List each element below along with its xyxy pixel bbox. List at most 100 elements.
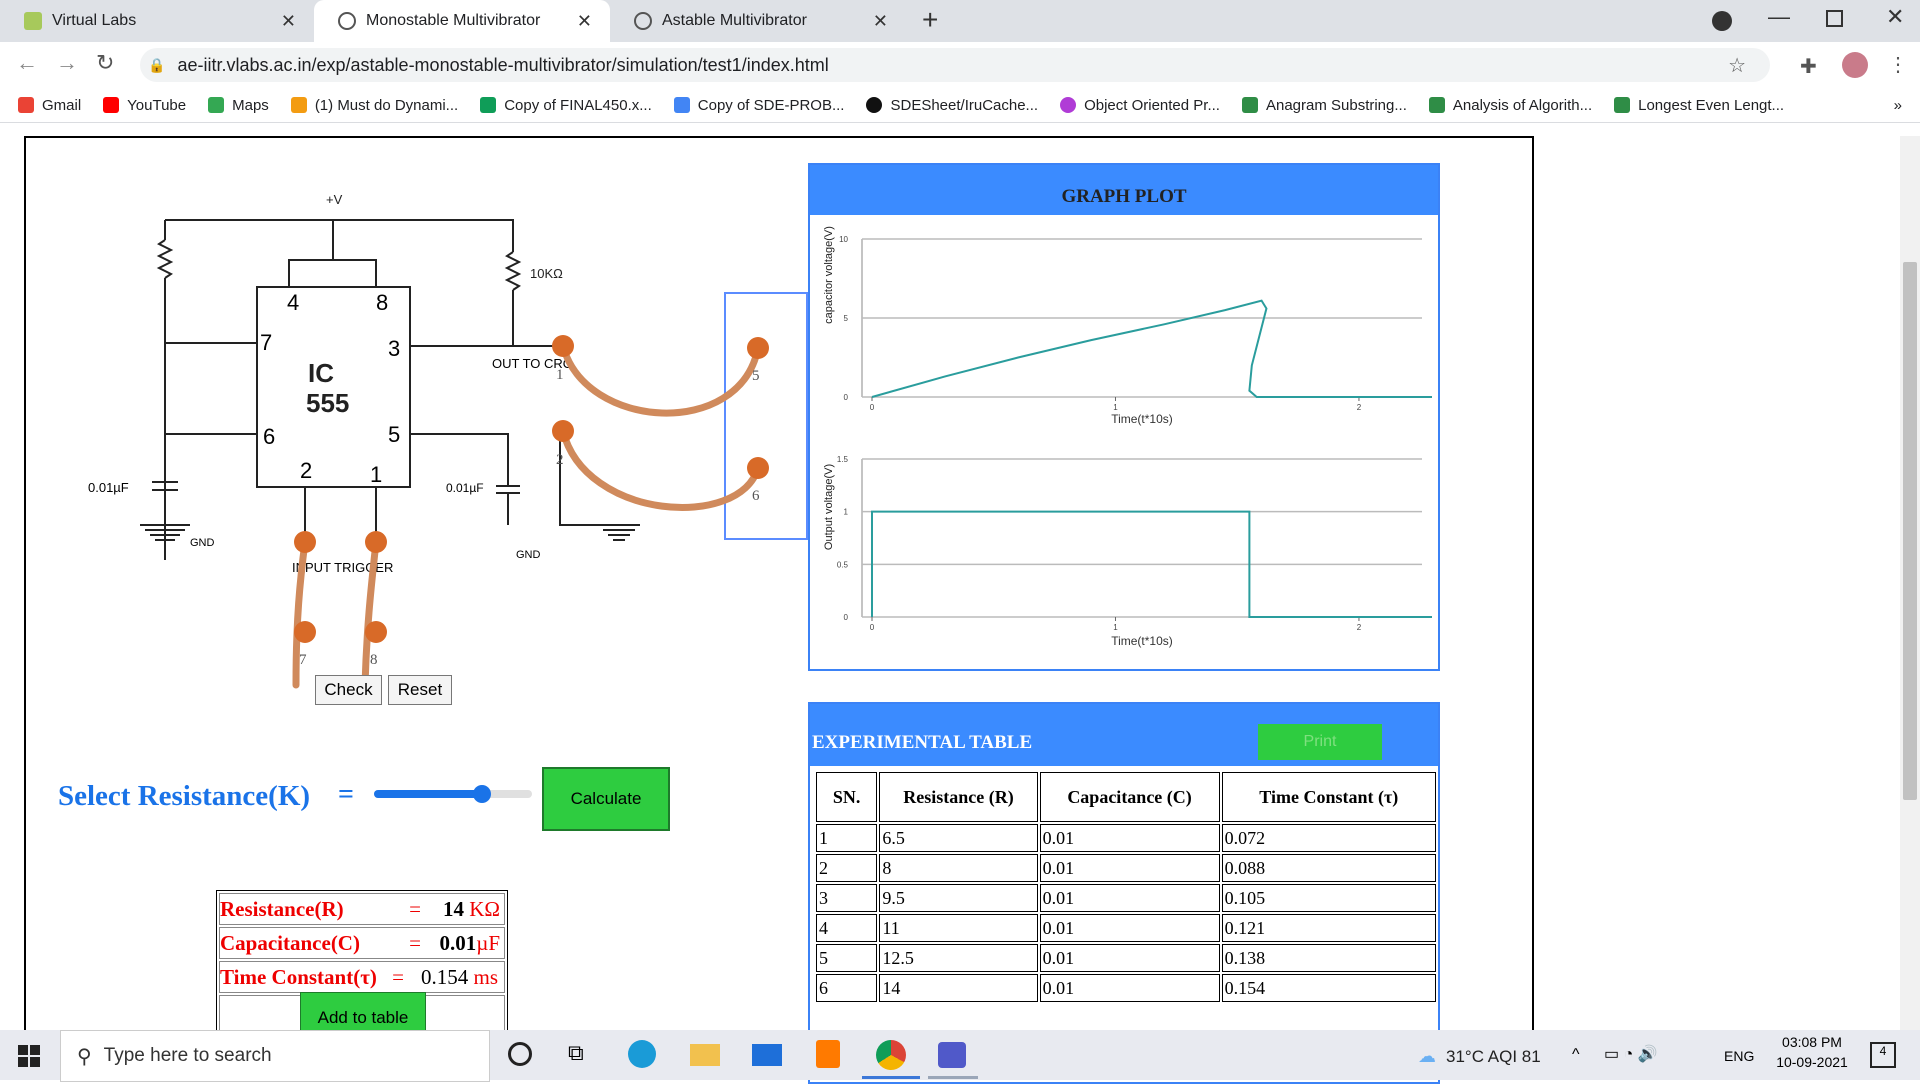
wire-2-6[interactable] (559, 427, 762, 511)
sublime-icon[interactable] (816, 1040, 840, 1068)
wire-1-5[interactable] (559, 342, 762, 417)
teams-icon[interactable] (938, 1042, 966, 1068)
slider-thumb[interactable] (473, 785, 492, 803)
print-button[interactable]: Print (1258, 724, 1382, 760)
virtual-labs-favicon-icon (24, 12, 42, 30)
cortana-icon[interactable] (508, 1042, 532, 1066)
avatar[interactable] (1842, 52, 1868, 78)
table-row: 4 11 0.01 0.121 (816, 914, 1436, 942)
show-hidden-icons-icon[interactable]: ^ (1572, 1046, 1580, 1064)
bookmark-label: Longest Even Lengt... (1638, 96, 1785, 114)
restore-icon[interactable] (1826, 10, 1843, 27)
capacitance-label: Capacitance(C) (220, 930, 360, 955)
graph-svg: capacitor voltage(V) Output voltage(V) T… (823, 226, 1432, 648)
resistance-slider[interactable] (374, 785, 532, 803)
table-row: 1 6.5 0.01 0.072 (816, 824, 1436, 852)
close-tab-icon[interactable]: ✕ (873, 11, 888, 32)
node-1[interactable] (552, 335, 574, 357)
close-window-icon[interactable]: ✕ (1886, 4, 1904, 30)
forward-icon[interactable]: → (56, 50, 78, 76)
extensions-icon[interactable]: ✚ (1800, 54, 1817, 79)
scrollbar-thumb[interactable] (1903, 262, 1917, 800)
tab-astable[interactable]: Astable Multivibrator ✕ (610, 0, 906, 42)
tab-monostable[interactable]: Monostable Multivibrator ✕ (314, 0, 610, 42)
weather-widget[interactable]: ☁ 31°C AQI 81 (1418, 1046, 1541, 1067)
cell: 2 (816, 854, 878, 882)
node-7-label: 7 (299, 652, 307, 668)
task-view-icon[interactable]: ⧉ (568, 1040, 584, 1066)
node-input-left[interactable] (294, 531, 316, 553)
node-8-label: 8 (370, 652, 378, 668)
bookmark-longest[interactable]: Longest Even Lengt... (1614, 97, 1784, 114)
table-header-row: SN. Resistance (R) Capacitance (C) Time … (816, 772, 1436, 822)
bookmark-star-icon[interactable]: ☆ (1728, 53, 1746, 78)
cell: 0.01 (1039, 944, 1220, 972)
node-7[interactable] (294, 621, 316, 643)
bookmark-maps[interactable]: Maps (208, 97, 269, 114)
url-field[interactable]: 🔒 ae-iitr.vlabs.ac.in/exp/astable-monost… (140, 48, 1770, 82)
bookmark-anagram[interactable]: Anagram Substring... (1241, 97, 1407, 114)
close-tab-icon[interactable]: ✕ (577, 11, 592, 32)
bookmark-oop[interactable]: Object Oriented Pr... (1060, 97, 1220, 114)
minimize-icon[interactable]: — (1768, 4, 1790, 30)
clock[interactable]: 03:08 PM 10-09-2021 (1772, 1034, 1852, 1070)
notifications-icon[interactable]: 4 (1870, 1042, 1896, 1068)
time-constant-label: Time Constant(τ) (220, 964, 377, 989)
cell: 0.01 (1039, 824, 1220, 852)
reset-button[interactable]: Reset (388, 675, 452, 705)
bookmark-dynamic[interactable]: (1) Must do Dynami... (290, 97, 458, 114)
node-2-label: 2 (556, 452, 564, 468)
cell: 6 (816, 974, 878, 1002)
check-button[interactable]: Check (315, 675, 382, 705)
bookmark-youtube[interactable]: YouTube (103, 97, 186, 114)
cell: 0.105 (1221, 884, 1436, 912)
calculate-button[interactable]: Calculate (542, 767, 670, 831)
cap-xtick-label: 1 (1113, 403, 1118, 412)
node-6[interactable] (747, 457, 769, 479)
tab-search-icon[interactable] (1712, 11, 1732, 31)
system-tray-icons[interactable]: ▭ ◔ 🔊 (1604, 1044, 1658, 1064)
search-icon: ⚲ (77, 1045, 92, 1068)
chrome-icon[interactable] (876, 1040, 906, 1070)
table-row: 3 9.5 0.01 0.105 (816, 884, 1436, 912)
graph-panel: GRAPH PLOT capacitor voltage(V) Output v… (808, 163, 1440, 671)
bookmark-sdesheet[interactable]: SDESheet/IruCache... (866, 97, 1038, 114)
language-indicator[interactable]: ENG (1724, 1048, 1754, 1064)
taskbar-search[interactable]: ⚲ Type here to search (60, 1030, 490, 1082)
out-xtick-label: 1 (1113, 623, 1118, 632)
notification-count: 4 (1879, 1044, 1887, 1058)
bookmark-sde-prob[interactable]: Copy of SDE-PROB... (673, 97, 844, 114)
table-row: 2 8 0.01 0.088 (816, 854, 1436, 882)
close-tab-icon[interactable]: ✕ (281, 11, 296, 32)
windows-start-icon[interactable] (18, 1045, 40, 1067)
menu-kebab-icon[interactable]: ⋮ (1888, 52, 1908, 77)
experimental-table-panel: EXPERIMENTAL TABLE Print SN. Resistance … (808, 702, 1440, 1084)
node-2[interactable] (552, 420, 574, 442)
node-5[interactable] (747, 337, 769, 359)
cell: 0.088 (1221, 854, 1436, 882)
slider-fill (374, 790, 483, 798)
tab-virtual-labs[interactable]: Virtual Labs ✕ (0, 0, 314, 42)
bookmark-algorithms[interactable]: Analysis of Algorith... (1428, 97, 1592, 114)
bookmark-gmail[interactable]: Gmail (18, 97, 81, 114)
mail-icon[interactable] (752, 1044, 782, 1066)
capacitance-row: Capacitance(C) = 0.01µF (219, 927, 505, 959)
cell: 0.154 (1221, 974, 1436, 1002)
node-input-right[interactable] (365, 531, 387, 553)
file-explorer-icon[interactable] (690, 1044, 720, 1066)
new-tab-icon[interactable]: + (922, 4, 938, 36)
pin-2-label: 2 (300, 458, 312, 483)
reload-icon[interactable]: ↻ (96, 50, 114, 76)
node-8[interactable] (365, 621, 387, 643)
pin-5-label: 5 (388, 422, 400, 447)
bookmark-label: Copy of FINAL450.x... (504, 96, 652, 114)
bookmark-final450[interactable]: Copy of FINAL450.x... (480, 97, 652, 114)
more-bookmarks-icon[interactable]: » (1894, 97, 1902, 114)
back-icon[interactable]: ← (16, 50, 38, 76)
lock-icon: 🔒 (148, 56, 166, 73)
bookmark-label: Maps (232, 96, 269, 114)
vplus-label: +V (326, 192, 343, 207)
tab-title: Virtual Labs (52, 12, 137, 29)
cell: 0.072 (1221, 824, 1436, 852)
edge-icon[interactable] (628, 1040, 656, 1068)
